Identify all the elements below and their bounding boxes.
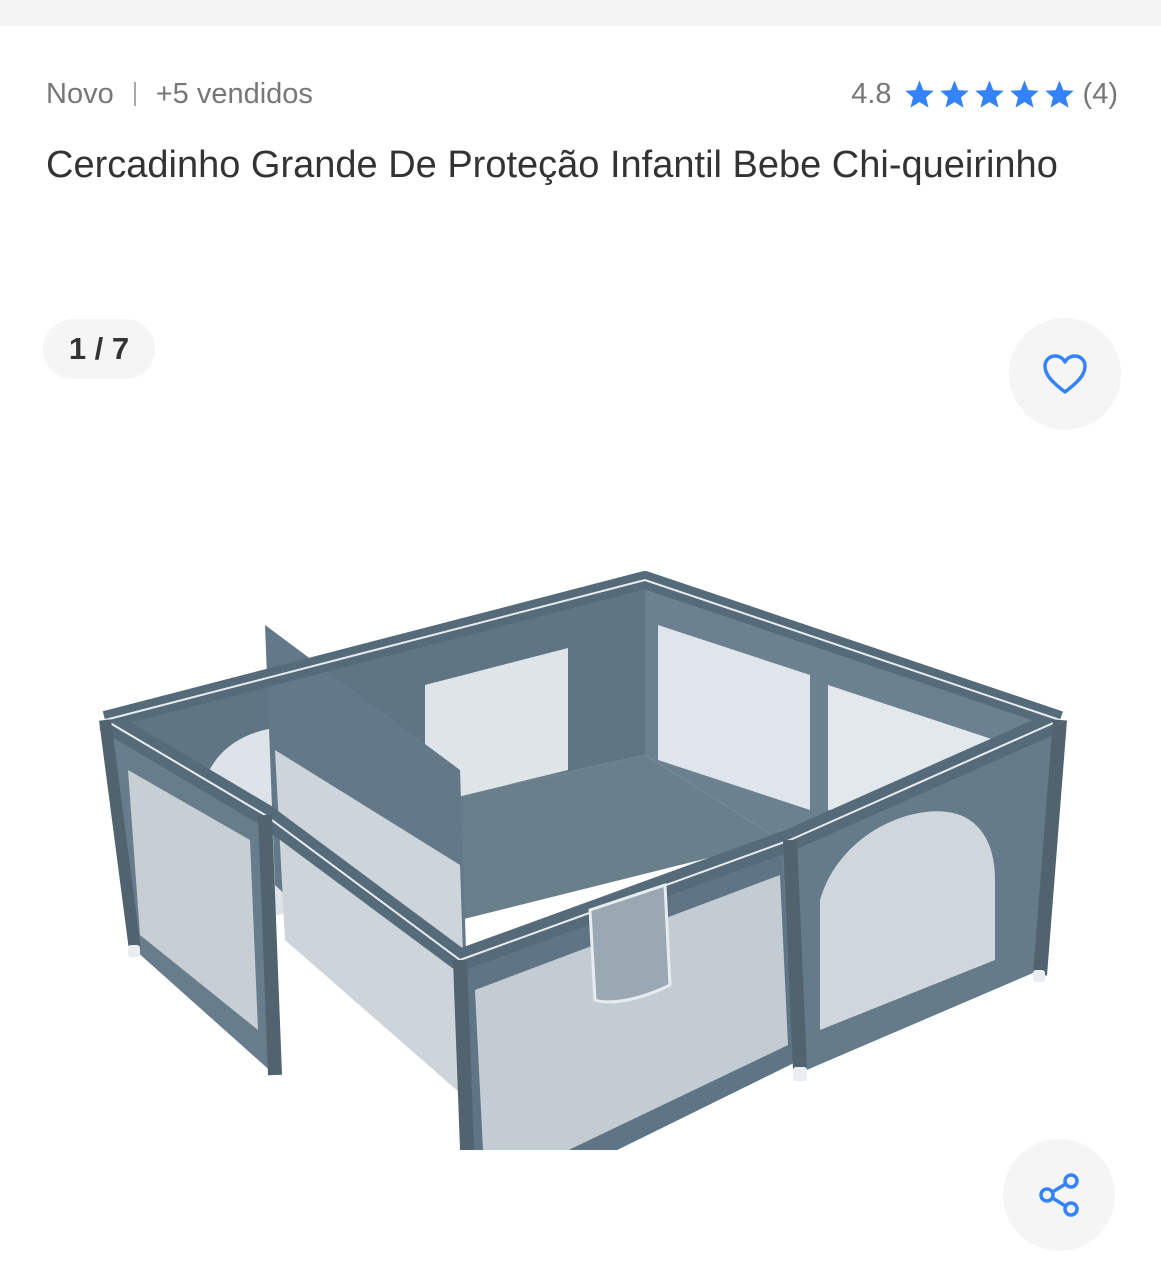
condition-label: Novo xyxy=(46,77,114,110)
favorite-button[interactable] xyxy=(1009,318,1121,430)
heart-icon xyxy=(1043,354,1087,394)
share-icon xyxy=(1039,1173,1079,1217)
star-icon xyxy=(1044,79,1075,109)
star-icon xyxy=(1009,79,1040,109)
sold-count: +5 vendidos xyxy=(155,77,313,110)
rating-summary[interactable]: 4.8 (4) xyxy=(851,78,1118,111)
condition-sales: Novo +5 vendidos xyxy=(46,78,313,111)
star-icon xyxy=(904,79,935,109)
image-counter: 1 / 7 xyxy=(43,319,155,379)
top-bar xyxy=(0,0,1161,26)
product-meta-row: Novo +5 vendidos 4.8 (4) xyxy=(46,74,1118,114)
rating-value: 4.8 xyxy=(851,77,892,110)
divider xyxy=(133,82,136,106)
product-title: Cercadinho Grande De Proteção Infantil B… xyxy=(46,144,1058,186)
star-icon xyxy=(939,79,970,109)
star-rating xyxy=(904,79,1075,109)
review-count: (4) xyxy=(1082,77,1118,110)
product-gallery[interactable]: 1 / 7 xyxy=(0,300,1161,1280)
star-icon xyxy=(974,79,1005,109)
share-button[interactable] xyxy=(1003,1139,1115,1251)
playpen-image[interactable] xyxy=(80,430,1080,1150)
